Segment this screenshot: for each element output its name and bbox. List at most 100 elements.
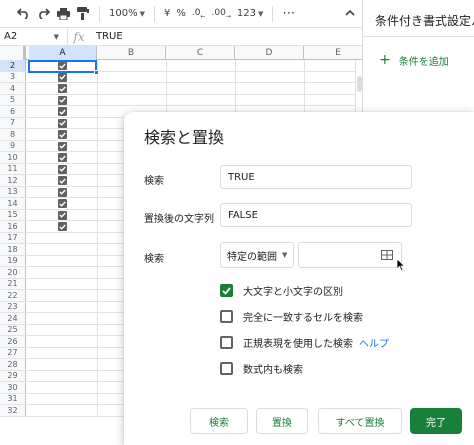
- within-formulas-checkbox[interactable]: [220, 362, 233, 375]
- increase-decimal-button[interactable]: .00→: [212, 8, 231, 20]
- cell-checkbox[interactable]: [58, 176, 67, 185]
- cell-border: [235, 71, 236, 82]
- add-rule-label: 条件を追加: [398, 56, 449, 68]
- grid-row: 3: [0, 71, 362, 83]
- undo-icon[interactable]: [16, 7, 30, 21]
- cell-checkbox[interactable]: [58, 84, 67, 93]
- row-header[interactable]: 26: [0, 336, 26, 347]
- cell-checkbox[interactable]: [58, 141, 67, 151]
- match-entire-checkbox[interactable]: [220, 310, 233, 323]
- row-header[interactable]: 13: [0, 186, 26, 197]
- replace-input[interactable]: [220, 203, 412, 227]
- row-header[interactable]: 15: [0, 209, 26, 220]
- column-header-d[interactable]: D: [235, 46, 304, 60]
- cell-checkbox[interactable]: [58, 130, 67, 139]
- percent-format-button[interactable]: %: [176, 8, 186, 19]
- cell-checkbox[interactable]: [58, 118, 67, 128]
- row-header[interactable]: 5: [0, 94, 26, 105]
- more-options-icon[interactable]: ⋯: [282, 6, 295, 21]
- row-header[interactable]: 7: [0, 117, 26, 128]
- help-link[interactable]: ヘルプ: [359, 335, 389, 350]
- row-header[interactable]: 24: [0, 313, 26, 324]
- name-box[interactable]: A2 ▼: [0, 28, 68, 45]
- row-header[interactable]: 14: [0, 198, 26, 209]
- cell-border: [97, 278, 98, 289]
- match-case-checkbox[interactable]: [220, 284, 233, 297]
- within-formulas-option[interactable]: 数式内も検索: [220, 361, 303, 376]
- column-header-a[interactable]: A: [29, 46, 97, 60]
- cell-border: [97, 232, 98, 243]
- row-header[interactable]: 25: [0, 324, 26, 335]
- decrease-decimal-button[interactable]: .0←: [192, 8, 206, 20]
- more-formats-select[interactable]: 123 ▼: [237, 8, 263, 19]
- replace-button[interactable]: 置換: [256, 408, 308, 434]
- paint-format-icon[interactable]: [76, 7, 90, 21]
- column-header-c[interactable]: C: [166, 46, 235, 60]
- mouse-cursor-icon: [396, 258, 406, 272]
- row-header[interactable]: 22: [0, 290, 26, 301]
- more-formats-label: 123: [236, 8, 256, 19]
- match-entire-option[interactable]: 完全に一致するセルを検索: [220, 309, 363, 324]
- cell-checkbox[interactable]: [58, 222, 67, 231]
- redo-icon[interactable]: [36, 7, 50, 21]
- cell-checkbox[interactable]: [58, 187, 67, 197]
- fill-handle[interactable]: [94, 70, 99, 75]
- cell-border: [304, 60, 305, 71]
- row-header[interactable]: 28: [0, 359, 26, 370]
- chevron-up-icon[interactable]: [344, 7, 356, 19]
- cell-checkbox[interactable]: [58, 199, 67, 208]
- row-header[interactable]: 21: [0, 278, 26, 289]
- match-case-option[interactable]: 大文字と小文字の区別: [220, 283, 343, 298]
- row-header[interactable]: 18: [0, 244, 26, 255]
- row-header[interactable]: 32: [0, 405, 26, 416]
- row-header[interactable]: 27: [0, 347, 26, 358]
- print-icon[interactable]: [56, 7, 70, 21]
- row-header[interactable]: 20: [0, 267, 26, 278]
- find-button[interactable]: 検索: [190, 408, 248, 434]
- cell-checkbox[interactable]: [58, 153, 67, 162]
- column-header-b[interactable]: B: [97, 46, 166, 60]
- column-header-row: A B C D E: [0, 46, 362, 60]
- row-header[interactable]: 8: [0, 129, 26, 140]
- row-header[interactable]: 12: [0, 175, 26, 186]
- column-header-e[interactable]: E: [304, 46, 362, 60]
- fx-icon: fx: [73, 29, 85, 44]
- range-input[interactable]: [298, 242, 402, 268]
- currency-format-button[interactable]: ¥: [164, 8, 170, 19]
- search-scope-select[interactable]: 特定の範囲 ▼: [220, 242, 294, 268]
- row-header[interactable]: 10: [0, 152, 26, 163]
- match-entire-label: 完全に一致するセルを検索: [243, 313, 363, 324]
- find-input[interactable]: [220, 165, 412, 189]
- row-header[interactable]: 2: [0, 60, 26, 71]
- cell-border: [166, 71, 167, 82]
- row-header[interactable]: 6: [0, 106, 26, 117]
- cell-checkbox[interactable]: [58, 210, 67, 220]
- cell-border: [97, 209, 98, 220]
- row-header[interactable]: 11: [0, 163, 26, 174]
- row-header[interactable]: 16: [0, 221, 26, 232]
- regex-option[interactable]: 正規表現を使用した検索 ヘルプ: [220, 335, 389, 350]
- toolbar-divider: [153, 5, 155, 22]
- zoom-select[interactable]: 100% ▼: [109, 8, 145, 19]
- cell-border: [97, 347, 98, 358]
- row-header[interactable]: 4: [0, 83, 26, 94]
- cell-checkbox[interactable]: [58, 164, 67, 174]
- row-header[interactable]: 29: [0, 370, 26, 381]
- cell-checkbox[interactable]: [58, 72, 67, 82]
- replace-all-button[interactable]: すべて置換: [318, 408, 402, 434]
- cell-checkbox[interactable]: [58, 95, 67, 105]
- add-rule-button[interactable]: + 条件を追加: [379, 52, 449, 68]
- cell-checkbox[interactable]: [58, 107, 67, 116]
- row-header[interactable]: 9: [0, 140, 26, 151]
- select-all-corner[interactable]: [0, 46, 26, 60]
- formula-input[interactable]: TRUE: [90, 31, 123, 42]
- row-header[interactable]: 19: [0, 255, 26, 266]
- row-header[interactable]: 31: [0, 393, 26, 404]
- row-header[interactable]: 3: [0, 71, 26, 82]
- done-button[interactable]: 完了: [410, 408, 462, 434]
- row-header[interactable]: 17: [0, 232, 26, 243]
- row-header[interactable]: 23: [0, 301, 26, 312]
- row-header[interactable]: 30: [0, 382, 26, 393]
- grid-select-icon[interactable]: [381, 250, 393, 260]
- regex-checkbox[interactable]: [220, 336, 233, 349]
